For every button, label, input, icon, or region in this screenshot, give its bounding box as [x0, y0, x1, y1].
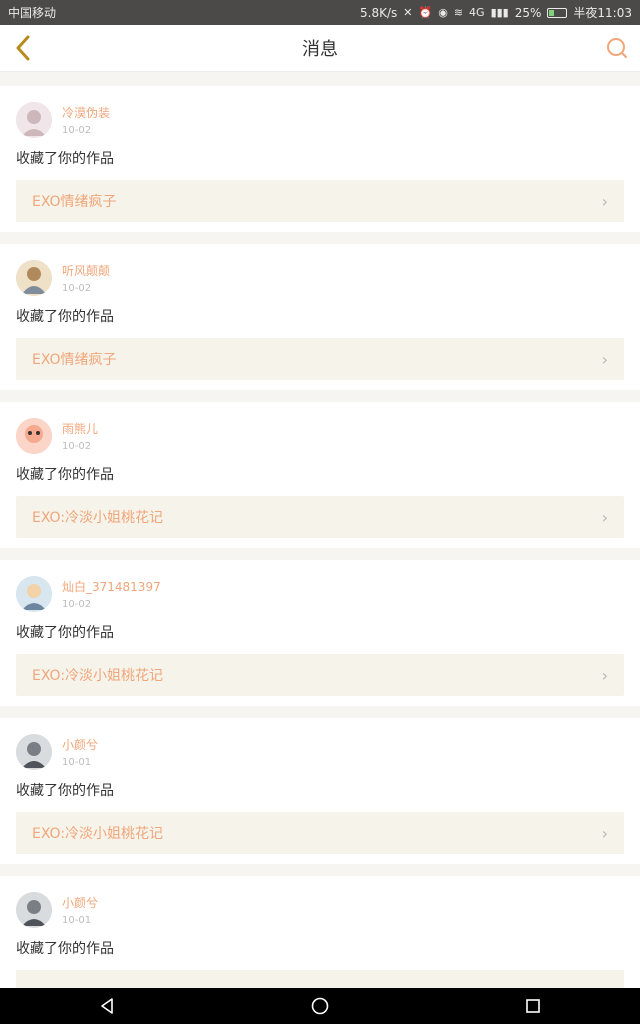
search-button[interactable] [602, 33, 632, 63]
avatar[interactable] [16, 102, 52, 138]
message-meta: 冷漠伪装 10-02 [62, 102, 110, 136]
message-header: 灿白_371481397 10-02 [16, 576, 624, 612]
message-date: 10-01 [62, 915, 92, 926]
work-title: EXO:冷淡小姐桃花记 [32, 826, 164, 842]
page-title: 消息 [302, 39, 338, 60]
chevron-right-icon: › [601, 507, 608, 527]
message-card: 冷漠伪装 10-02 收藏了你的作品 EXO情绪疯子 › [0, 86, 640, 232]
avatar-icon [16, 576, 52, 612]
message-date: 10-02 [62, 125, 92, 136]
avatar[interactable] [16, 260, 52, 296]
work-title: EXO:冷淡小姐桃花记 [32, 668, 164, 684]
chevron-right-icon: › [601, 823, 608, 843]
search-icon [607, 38, 627, 58]
username[interactable]: 小颜兮 [62, 894, 98, 911]
avatar[interactable] [16, 734, 52, 770]
work-link[interactable]: EXO:冷淡小姐桃花记 › [16, 654, 624, 696]
app-bar: 消息 [0, 25, 640, 72]
avatar[interactable] [16, 576, 52, 612]
chevron-right-icon: › [601, 191, 608, 211]
mute-icon: ✕ [403, 6, 413, 19]
nav-back-button[interactable] [82, 988, 132, 1024]
message-meta: 听风颠颠 10-02 [62, 260, 110, 294]
battery-icon [547, 7, 568, 18]
message-card: 小颜兮 10-01 收藏了你的作品 EXO:冷淡小姐桃花记 › [0, 718, 640, 864]
message-text: 收藏了你的作品 [16, 151, 114, 167]
avatar[interactable] [16, 418, 52, 454]
message-meta: 小颜兮 10-01 [62, 892, 98, 926]
message-date: 10-02 [62, 283, 92, 294]
wifi-icon: ≋ [453, 6, 464, 19]
triangle-back-icon [100, 998, 113, 1014]
avatar[interactable] [16, 892, 52, 928]
chevron-right-icon: › [601, 349, 608, 369]
work-title: EXO:冷淡小姐桃花记 [32, 510, 164, 526]
battery-percent: 25% [514, 5, 542, 20]
message-header: 小颜兮 10-01 [16, 734, 624, 770]
username[interactable]: 听风颠颠 [62, 262, 110, 279]
message-text: 收藏了你的作品 [16, 625, 114, 641]
message-header: 冷漠伪装 10-02 [16, 102, 624, 138]
message-date: 10-02 [62, 599, 92, 610]
circle-home-icon [311, 997, 329, 1015]
chevron-left-icon [16, 35, 30, 61]
username[interactable]: 灿白_371481397 [62, 578, 161, 595]
status-bar: 中国移动 5.8K/s ✕ ⏰ ◉ ≋ 4G ▮▮▮ 25% 半夜11:03 [0, 0, 640, 25]
work-link[interactable]: EXO:冷淡小姐桃花记 › [16, 496, 624, 538]
message-text: 收藏了你的作品 [16, 783, 114, 799]
avatar-icon [16, 418, 52, 454]
status-right: 5.8K/s ✕ ⏰ ◉ ≋ 4G ▮▮▮ 25% 半夜11:03 [360, 4, 632, 21]
signal-icon: ▮▮▮ [490, 6, 509, 19]
message-header: 听风颠颠 10-02 [16, 260, 624, 296]
avatar-icon [16, 102, 52, 138]
back-button[interactable] [8, 33, 38, 63]
work-link[interactable]: EXO情绪疯子 › [16, 338, 624, 380]
chevron-right-icon: › [601, 665, 608, 685]
work-link[interactable]: EXO情绪疯子 › [16, 180, 624, 222]
avatar-icon [16, 734, 52, 770]
username[interactable]: 冷漠伪装 [62, 104, 110, 121]
message-card: 听风颠颠 10-02 收藏了你的作品 EXO情绪疯子 › [0, 244, 640, 390]
message-date: 10-01 [62, 757, 92, 768]
message-header: 雨熊儿 10-02 [16, 418, 624, 454]
eye-icon: ◉ [438, 6, 448, 19]
message-list: 冷漠伪装 10-02 收藏了你的作品 EXO情绪疯子 › 听风颠颠 10-02 … [0, 72, 640, 988]
message-text: 收藏了你的作品 [16, 309, 114, 325]
message-card: 雨熊儿 10-02 收藏了你的作品 EXO:冷淡小姐桃花记 › [0, 402, 640, 548]
nav-recents-button[interactable] [508, 988, 558, 1024]
network-type: 4G [469, 6, 485, 19]
message-card: 灿白_371481397 10-02 收藏了你的作品 EXO:冷淡小姐桃花记 › [0, 560, 640, 706]
message-text: 收藏了你的作品 [16, 467, 114, 483]
work-title: EXO情绪疯子 [32, 352, 117, 368]
network-speed: 5.8K/s [360, 5, 398, 20]
square-recents-icon [526, 999, 541, 1013]
nav-home-button[interactable] [295, 988, 345, 1024]
avatar-icon [16, 260, 52, 296]
message-meta: 小颜兮 10-01 [62, 734, 98, 768]
message-header: 小颜兮 10-01 [16, 892, 624, 928]
system-nav-bar [0, 988, 640, 1024]
message-text: 收藏了你的作品 [16, 941, 114, 957]
username[interactable]: 小颜兮 [62, 736, 98, 753]
message-date: 10-02 [62, 441, 92, 452]
message-card: 小颜兮 10-01 收藏了你的作品 [0, 876, 640, 988]
avatar-icon [16, 892, 52, 928]
alarm-icon: ⏰ [418, 6, 433, 19]
message-meta: 灿白_371481397 10-02 [62, 576, 161, 610]
carrier-label: 中国移动 [8, 6, 57, 20]
work-title: EXO情绪疯子 [32, 194, 117, 210]
work-link[interactable]: EXO:冷淡小姐桃花记 › [16, 812, 624, 854]
clock: 半夜11:03 [573, 6, 632, 20]
message-meta: 雨熊儿 10-02 [62, 418, 98, 452]
work-link[interactable] [16, 970, 624, 988]
username[interactable]: 雨熊儿 [62, 420, 98, 437]
